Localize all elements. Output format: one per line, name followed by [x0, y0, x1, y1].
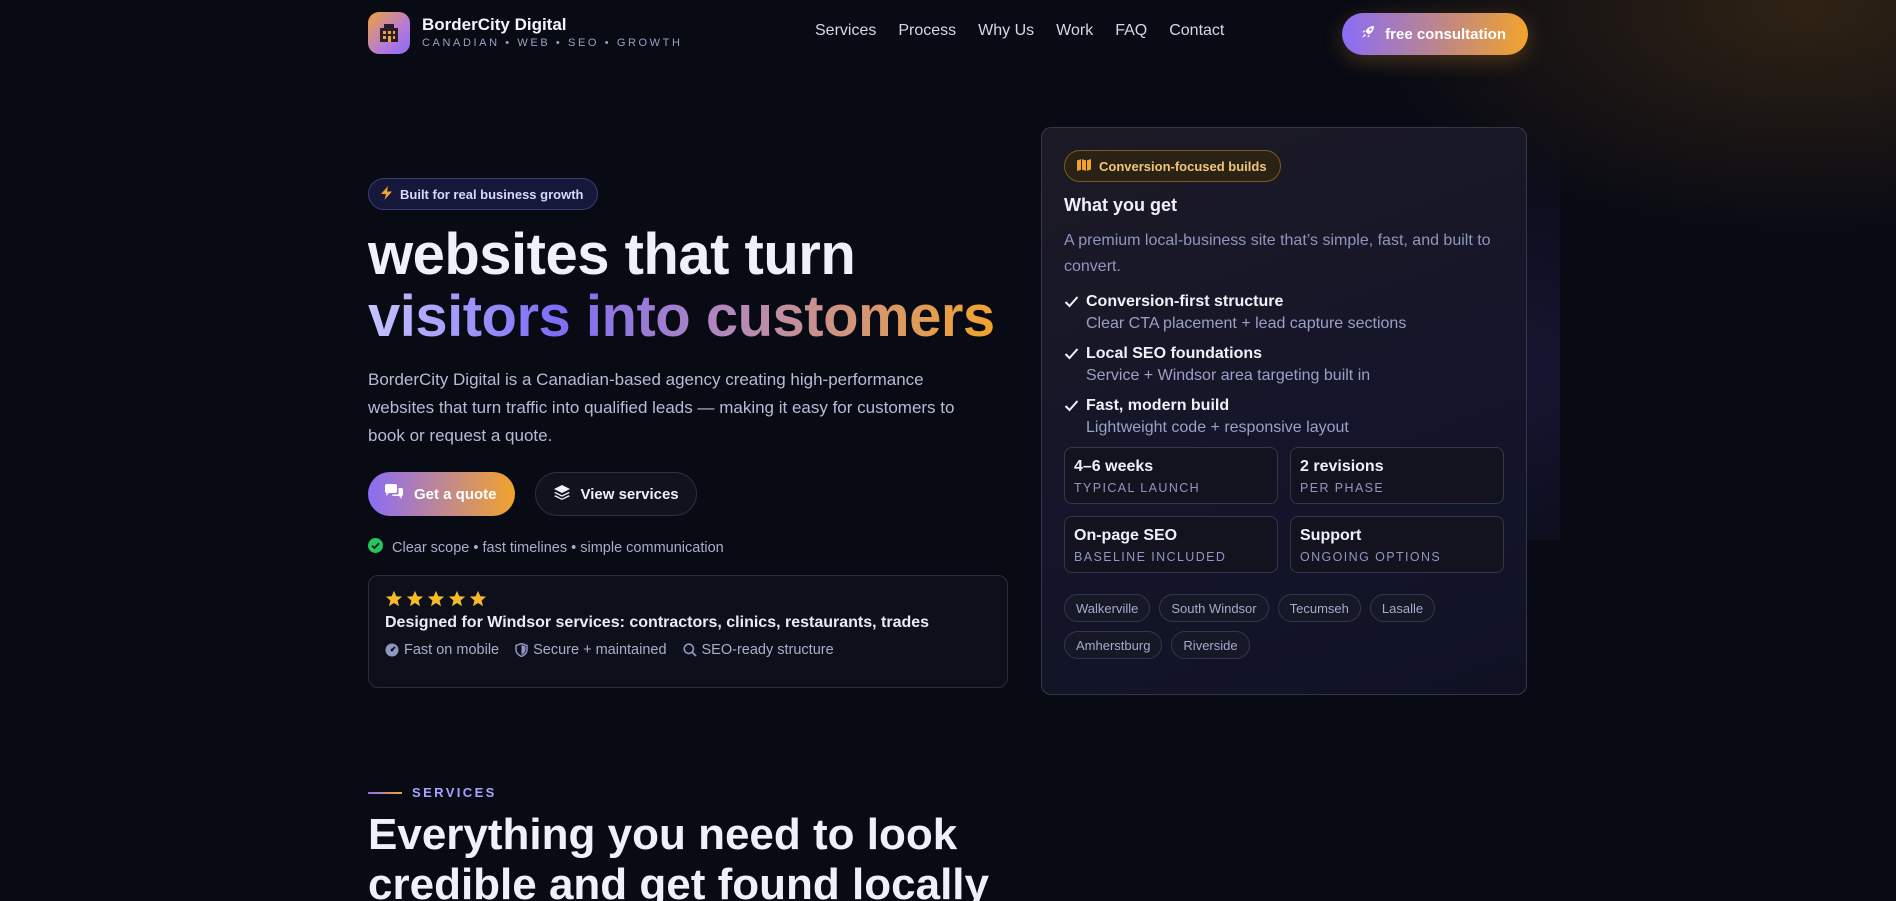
stat-label: ONGOING OPTIONS: [1300, 550, 1442, 564]
check-icon: [1064, 296, 1079, 308]
feature-secure: Secure + maintained: [515, 642, 667, 658]
nav-link-faq[interactable]: FAQ: [1115, 22, 1147, 40]
headline-line-1: websites that turn: [368, 222, 856, 287]
brand-tagline: CANADIAN • WEB • SEO • GROWTH: [422, 37, 683, 49]
feature-fast-mobile: Fast on mobile: [385, 642, 499, 658]
nav-link-why-us[interactable]: Why Us: [978, 22, 1034, 40]
services-section: SERVICES Everything you need to look cre…: [368, 785, 1028, 901]
benefit-title: Fast, modern build: [1086, 397, 1230, 414]
assurance-line: Clear scope • fast timelines • simple co…: [368, 538, 1008, 557]
free-consultation-button[interactable]: free consultation: [1342, 13, 1528, 55]
eyebrow-divider: [368, 791, 402, 794]
eyebrow-label: SERVICES: [412, 785, 497, 800]
benefit-list: Conversion-first structure Clear CTA pla…: [1064, 291, 1504, 439]
stat-label: TYPICAL LAUNCH: [1074, 481, 1201, 495]
benefit-item: Conversion-first structure Clear CTA pla…: [1064, 291, 1504, 335]
assurance-text: Clear scope • fast timelines • simple co…: [392, 539, 724, 556]
search-icon: [682, 643, 697, 657]
star-icon: [385, 590, 403, 607]
conversion-pill: Conversion-focused builds: [1064, 150, 1281, 182]
check-icon: [1064, 348, 1079, 360]
benefit-item: Fast, modern build Lightweight code + re…: [1064, 395, 1504, 439]
trust-title: Designed for Windsor services: contracto…: [385, 614, 930, 631]
feature-label: SEO-ready structure: [701, 642, 834, 658]
trust-features: Fast on mobile Secure + maintained SEO-r…: [385, 642, 991, 658]
area-tag-tecumseh: Tecumseh: [1277, 594, 1361, 622]
area-tag-amherstburg: Amherstburg: [1064, 631, 1163, 659]
service-area-tags: Walkerville South Windsor Tecumseh Lasal…: [1064, 594, 1464, 659]
feature-label: Fast on mobile: [404, 642, 500, 658]
view-services-label: View services: [580, 485, 679, 503]
stat-label: PER PHASE: [1300, 481, 1385, 495]
feature-seo: SEO-ready structure: [682, 642, 834, 658]
top-nav: BorderCity Digital CANADIAN • WEB • SEO …: [368, 12, 1528, 56]
star-icon: [406, 590, 424, 607]
stat-on-page-seo: On-page SEO BASELINE INCLUDED: [1064, 516, 1278, 573]
stat-grid: 4–6 weeks TYPICAL LAUNCH 2 revisions PER…: [1064, 447, 1504, 573]
rocket-icon: [1360, 24, 1376, 44]
benefit-desc: Clear CTA placement + lead capture secti…: [1086, 315, 1407, 332]
growth-pill: Built for real business growth: [368, 178, 599, 210]
services-eyebrow: SERVICES: [368, 785, 1028, 800]
stat-value: Support: [1300, 527, 1362, 544]
area-tag-walkerville: Walkerville: [1064, 594, 1151, 622]
nav-link-process[interactable]: Process: [898, 22, 956, 40]
services-title: Everything you need to look credible and…: [368, 810, 989, 901]
hero-buttons: Get a quote View services: [368, 472, 1008, 516]
layers-icon: [553, 484, 571, 504]
check-icon: [1064, 400, 1079, 412]
stat-value: On-page SEO: [1074, 527, 1178, 544]
area-tag-riverside: Riverside: [1171, 631, 1250, 659]
stat-typical-launch: 4–6 weeks TYPICAL LAUNCH: [1064, 447, 1278, 504]
check-circle-icon: [368, 538, 383, 557]
what-you-get-panel: Conversion-focused builds What you get A…: [1041, 127, 1527, 695]
brand[interactable]: BorderCity Digital CANADIAN • WEB • SEO …: [368, 12, 683, 54]
building-icon: [368, 12, 410, 54]
stat-value: 2 revisions: [1300, 458, 1384, 475]
conversion-pill-label: Conversion-focused builds: [1099, 158, 1267, 174]
benefit-desc: Service + Windsor area targeting built i…: [1086, 367, 1371, 384]
view-services-button[interactable]: View services: [534, 472, 697, 516]
nav-links: Services Process Why Us Work FAQ Contact: [815, 22, 1224, 40]
panel-subtitle: A premium local-business site that’s sim…: [1064, 232, 1491, 275]
feature-label: Secure + maintained: [533, 642, 667, 658]
lightning-icon: [381, 185, 392, 203]
benefit-title: Conversion-first structure: [1086, 293, 1284, 310]
nav-link-contact[interactable]: Contact: [1169, 22, 1224, 40]
hero-headline: websites that turn visitors into custome…: [368, 224, 1008, 348]
benefit-desc: Lightweight code + responsive layout: [1086, 419, 1349, 436]
hero-lead: BorderCity Digital is a Canadian-based a…: [368, 370, 955, 445]
map-icon: [1077, 158, 1091, 174]
panel-title: What you get: [1064, 195, 1177, 215]
get-quote-label: Get a quote: [414, 485, 497, 503]
nav-link-work[interactable]: Work: [1056, 22, 1093, 40]
star-icon: [448, 590, 466, 607]
brand-name: BorderCity Digital: [422, 15, 567, 34]
area-tag-lasalle: Lasalle: [1369, 594, 1436, 622]
nav-link-services[interactable]: Services: [815, 22, 876, 40]
star-rating: [385, 590, 991, 608]
stat-label: BASELINE INCLUDED: [1074, 550, 1227, 564]
get-quote-button[interactable]: Get a quote: [368, 472, 515, 516]
chat-icon: [384, 484, 404, 504]
headline-line-2: visitors into customers: [368, 284, 995, 349]
shield-icon: [515, 643, 528, 657]
area-tag-south-windsor: South Windsor: [1159, 594, 1269, 622]
stat-revisions: 2 revisions PER PHASE: [1290, 447, 1504, 504]
stat-support: Support ONGOING OPTIONS: [1290, 516, 1504, 573]
gauge-icon: [385, 643, 399, 657]
stat-value: 4–6 weeks: [1074, 458, 1154, 475]
benefit-item: Local SEO foundations Service + Windsor …: [1064, 343, 1504, 387]
free-consultation-label: free consultation: [1385, 25, 1506, 43]
hero: Built for real business growth websites …: [368, 178, 1008, 688]
growth-pill-label: Built for real business growth: [400, 186, 584, 202]
star-icon: [469, 590, 487, 607]
star-icon: [427, 590, 445, 607]
trust-card: Designed for Windsor services: contracto…: [368, 575, 1008, 688]
benefit-title: Local SEO foundations: [1086, 345, 1263, 362]
